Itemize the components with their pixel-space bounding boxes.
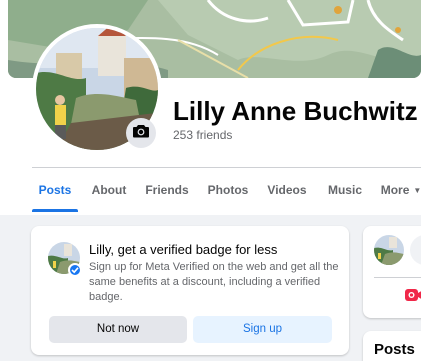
tab-label: About — [91, 183, 127, 197]
verified-badge-card: Lilly, get a verified badge for less Sig… — [31, 226, 349, 355]
profile-name: Lilly Anne Buchwitz — [173, 96, 418, 126]
tab-label: Photos — [207, 183, 249, 197]
tab-label: Music — [327, 183, 362, 197]
create-post-card — [363, 226, 421, 318]
caret-down-icon: ▼ — [413, 186, 421, 195]
tab-about[interactable]: About — [87, 168, 131, 212]
live-video-icon[interactable] — [405, 288, 421, 302]
friends-count-link[interactable]: 253 friends — [173, 128, 232, 142]
tab-videos[interactable]: Videos — [265, 168, 309, 212]
tab-music[interactable]: Music — [323, 168, 367, 212]
card-title: Lilly, get a verified badge for less — [89, 242, 278, 257]
tab-posts[interactable]: Posts — [32, 168, 78, 212]
tab-label: More — [380, 183, 410, 197]
posts-section-card: Posts — [363, 331, 421, 361]
tab-more[interactable]: More ▼ — [378, 168, 421, 212]
whats-on-your-mind-input[interactable] — [410, 235, 421, 265]
tab-friends[interactable]: Friends — [145, 168, 189, 212]
tab-label: Videos — [267, 183, 307, 197]
composer-divider — [374, 277, 421, 278]
composer-avatar — [374, 235, 404, 265]
verified-check-icon — [68, 263, 82, 277]
tab-label: Posts — [38, 183, 72, 197]
change-profile-photo-button[interactable] — [126, 118, 156, 148]
camera-icon — [133, 124, 149, 143]
tab-label: Friends — [145, 183, 189, 197]
posts-section-title: Posts — [374, 341, 415, 358]
sign-up-button[interactable]: Sign up — [193, 316, 332, 343]
profile-tabs: Posts About Friends Photos Videos Music … — [32, 168, 421, 212]
profile-page: Lilly Anne Buchwitz 253 friends Posts Ab… — [0, 0, 421, 361]
not-now-button[interactable]: Not now — [49, 316, 187, 343]
card-body: Sign up for Meta Verified on the web and… — [89, 261, 339, 303]
tab-photos[interactable]: Photos — [206, 168, 250, 212]
profile-header: Lilly Anne Buchwitz 253 friends Posts Ab… — [0, 0, 421, 215]
